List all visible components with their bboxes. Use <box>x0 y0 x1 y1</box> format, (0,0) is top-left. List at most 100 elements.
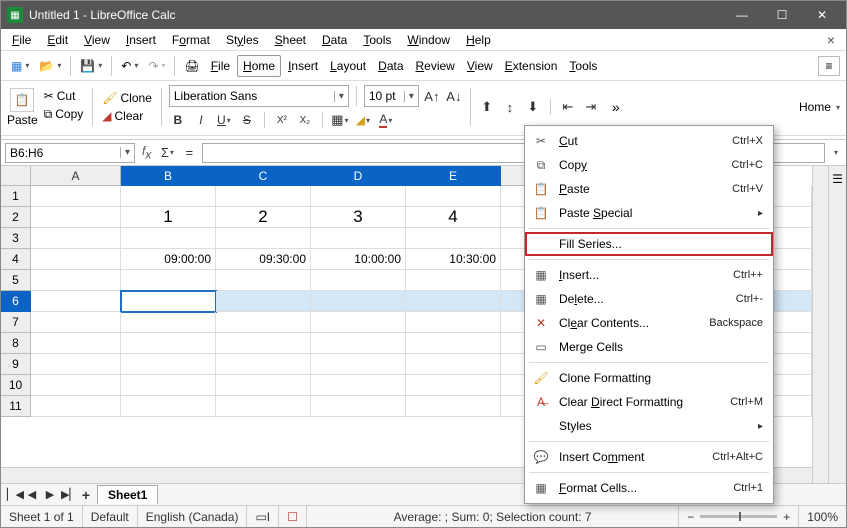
cell-E5[interactable] <box>406 270 501 291</box>
cell-A4[interactable] <box>31 249 121 270</box>
new-doc-button[interactable]: ▦▾ <box>7 56 33 76</box>
cell-D8[interactable] <box>311 333 406 354</box>
copy-button[interactable]: ⧉Copy <box>42 106 86 123</box>
strikethrough-button[interactable]: S <box>238 111 256 129</box>
borders-button[interactable]: ▦▾ <box>331 111 349 129</box>
menu-insert[interactable]: Insert <box>121 31 161 49</box>
align-top-button[interactable]: ⬆ <box>478 98 496 116</box>
row-header-10[interactable]: 10 <box>1 375 31 396</box>
ctx-insert[interactable]: ▦Insert...Ctrl++ <box>525 263 773 287</box>
vertical-scrollbar[interactable] <box>812 166 828 483</box>
cell-C6[interactable] <box>216 291 311 312</box>
row-header-8[interactable]: 8 <box>1 333 31 354</box>
row-header-4[interactable]: 4 <box>1 249 31 270</box>
sheet-nav-last[interactable]: ▶▏ <box>61 488 75 501</box>
undo-button[interactable]: ↶▾ <box>117 56 142 76</box>
cell-C10[interactable] <box>216 375 311 396</box>
cut-button[interactable]: ✂Cut <box>42 88 86 104</box>
sheet-nav-prev[interactable]: ◀ <box>25 488 39 501</box>
redo-button[interactable]: ↷▾ <box>144 56 169 76</box>
cell-D6[interactable] <box>311 291 406 312</box>
underline-button[interactable]: U▾ <box>215 111 233 129</box>
cell-E8[interactable] <box>406 333 501 354</box>
menu-styles[interactable]: Styles <box>221 31 264 49</box>
minimize-button[interactable]: — <box>722 1 762 29</box>
cell-E10[interactable] <box>406 375 501 396</box>
save-button[interactable]: 💾▾ <box>76 56 106 76</box>
cell-A8[interactable] <box>31 333 121 354</box>
cell-B3[interactable] <box>121 228 216 249</box>
cell-B4[interactable]: 09:00:00 <box>121 249 216 270</box>
close-window-button[interactable]: ✕ <box>802 1 842 29</box>
formula-equals-button[interactable]: = <box>180 144 198 162</box>
sidebar-panel[interactable]: ☰ <box>828 166 846 483</box>
menu-file[interactable]: File <box>7 31 36 49</box>
cell-E2[interactable]: 4 <box>406 207 501 228</box>
add-sheet-button[interactable]: + <box>79 487 93 503</box>
bold-button[interactable]: B <box>169 111 187 129</box>
toolbar-menu-button[interactable]: ≡ <box>818 56 840 76</box>
sheet-nav-next[interactable]: ▶ <box>43 488 57 501</box>
row-header-1[interactable]: 1 <box>1 186 31 207</box>
tab-insert[interactable]: Insert <box>283 56 323 76</box>
status-sheet[interactable]: Sheet 1 of 1 <box>1 506 83 527</box>
menu-sheet[interactable]: Sheet <box>270 31 311 49</box>
ctx-clear-contents[interactable]: ✕Clear Contents...Backspace <box>525 311 773 335</box>
cell-B9[interactable] <box>121 354 216 375</box>
font-name-select[interactable]: Liberation Sans <box>169 85 349 107</box>
function-wizard-button[interactable]: fx <box>139 144 154 161</box>
zoom-value[interactable]: 100% <box>799 506 846 527</box>
cell-C7[interactable] <box>216 312 311 333</box>
cell-E4[interactable]: 10:30:00 <box>406 249 501 270</box>
close-document-button[interactable]: × <box>822 30 840 50</box>
tab-layout[interactable]: Layout <box>325 56 371 76</box>
col-header-D[interactable]: D <box>311 166 406 186</box>
ctx-format-cells[interactable]: ▦Format Cells...Ctrl+1 <box>525 476 773 500</box>
cell-B5[interactable] <box>121 270 216 291</box>
menu-data[interactable]: Data <box>317 31 352 49</box>
menu-view[interactable]: View <box>79 31 115 49</box>
cell-B7[interactable] <box>121 312 216 333</box>
align-bottom-button[interactable]: ⬇ <box>524 98 542 116</box>
cell-B8[interactable] <box>121 333 216 354</box>
grow-font-button[interactable]: A↑ <box>423 87 441 105</box>
sum-button[interactable]: Σ▾ <box>158 144 176 162</box>
cell-A7[interactable] <box>31 312 121 333</box>
cell-D2[interactable]: 3 <box>311 207 406 228</box>
row-header-5[interactable]: 5 <box>1 270 31 291</box>
formula-expand-button[interactable]: ▾ <box>830 148 842 157</box>
indent-decrease-button[interactable]: ⇤ <box>559 98 577 116</box>
cell-B10[interactable] <box>121 375 216 396</box>
cell-D3[interactable] <box>311 228 406 249</box>
menu-tools[interactable]: Tools <box>358 31 396 49</box>
row-header-2[interactable]: 2 <box>1 207 31 228</box>
cell-C3[interactable] <box>216 228 311 249</box>
ctx-delete[interactable]: ▦Delete...Ctrl+- <box>525 287 773 311</box>
name-box[interactable]: B6:H6 <box>5 143 135 163</box>
cell-C9[interactable] <box>216 354 311 375</box>
row-header-3[interactable]: 3 <box>1 228 31 249</box>
ctx-paste[interactable]: 📋PasteCtrl+V <box>525 177 773 201</box>
shrink-font-button[interactable]: A↓ <box>445 87 463 105</box>
sheet-tab-1[interactable]: Sheet1 <box>97 485 158 504</box>
cell-C1[interactable] <box>216 186 311 207</box>
cell-D7[interactable] <box>311 312 406 333</box>
select-all-corner[interactable] <box>1 166 31 186</box>
cell-D11[interactable] <box>311 396 406 417</box>
cell-D9[interactable] <box>311 354 406 375</box>
ctx-copy[interactable]: ⧉CopyCtrl+C <box>525 153 773 177</box>
open-button[interactable]: 📂▾ <box>35 56 65 76</box>
cell-A9[interactable] <box>31 354 121 375</box>
status-summary[interactable]: Average: ; Sum: 0; Selection count: 7 <box>307 506 679 527</box>
col-header-C[interactable]: C <box>216 166 311 186</box>
zoom-slider[interactable]: −+ <box>679 506 799 527</box>
font-size-select[interactable]: 10 pt <box>364 85 419 107</box>
cell-E9[interactable] <box>406 354 501 375</box>
row-header-6[interactable]: 6 <box>1 291 31 312</box>
cell-C8[interactable] <box>216 333 311 354</box>
row-header-11[interactable]: 11 <box>1 396 31 417</box>
cell-A10[interactable] <box>31 375 121 396</box>
cell-A3[interactable] <box>31 228 121 249</box>
tab-tools[interactable]: Tools <box>564 56 602 76</box>
cell-D5[interactable] <box>311 270 406 291</box>
